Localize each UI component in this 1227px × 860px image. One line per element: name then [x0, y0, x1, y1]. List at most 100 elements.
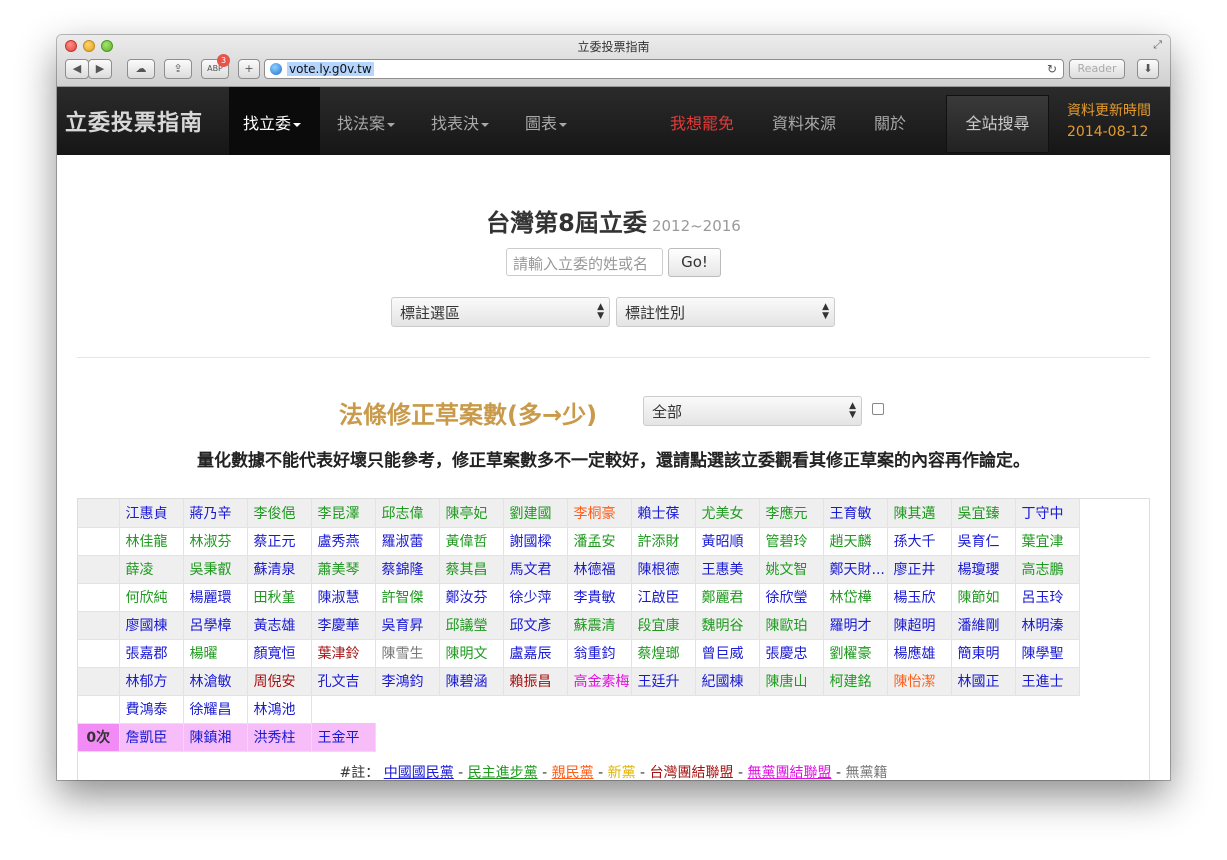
- legislator-link[interactable]: 吳宜臻: [951, 499, 1016, 528]
- fullscreen-icon[interactable]: ⤢: [1153, 38, 1162, 52]
- legislator-link[interactable]: 林鴻池: [247, 695, 312, 724]
- legislator-link[interactable]: 陳怡潔: [887, 667, 952, 696]
- legislator-link[interactable]: 李俊俋: [247, 499, 312, 528]
- legislator-link[interactable]: 陳節如: [951, 583, 1016, 612]
- legislator-link[interactable]: 陳根德: [631, 555, 696, 584]
- site-brand[interactable]: 立委投票指南: [65, 105, 203, 137]
- legislator-link[interactable]: 蘇震清: [567, 611, 632, 640]
- legislator-link[interactable]: 段宜康: [631, 611, 696, 640]
- legislator-link[interactable]: 黃偉哲: [439, 527, 504, 556]
- site-search-button[interactable]: 全站搜尋: [946, 95, 1049, 153]
- legislator-link[interactable]: 林滄敏: [183, 667, 248, 696]
- legislator-link[interactable]: 洪秀柱: [247, 723, 312, 752]
- legislator-link[interactable]: 潘維剛: [951, 611, 1016, 640]
- legend-party[interactable]: 台灣團結聯盟: [650, 765, 734, 780]
- legislator-link[interactable]: 陳明文: [439, 639, 504, 668]
- legislator-link[interactable]: 陳淑慧: [311, 583, 376, 612]
- legislator-link[interactable]: 謝國樑: [503, 527, 568, 556]
- legend-party[interactable]: 新黨: [608, 765, 636, 780]
- legislator-link[interactable]: 賴士葆: [631, 499, 696, 528]
- legislator-link[interactable]: 王金平: [311, 723, 376, 752]
- legislator-link[interactable]: 詹凱臣: [119, 723, 184, 752]
- legislator-link[interactable]: 蔡正元: [247, 527, 312, 556]
- legislator-link[interactable]: 陳歐珀: [759, 611, 824, 640]
- legislator-link[interactable]: 趙天麟: [823, 527, 888, 556]
- legislator-link[interactable]: 李貴敏: [567, 583, 632, 612]
- legislator-link[interactable]: 吳育仁: [951, 527, 1016, 556]
- nav-find-vote[interactable]: 找表決: [431, 110, 490, 134]
- legislator-link[interactable]: 吳育昇: [375, 611, 440, 640]
- legislator-link[interactable]: 劉櫂豪: [823, 639, 888, 668]
- legislator-link[interactable]: 陳學聖: [1015, 639, 1080, 668]
- legislator-link[interactable]: 黃昭順: [695, 527, 760, 556]
- nav-find-legislator[interactable]: 找立委: [243, 110, 302, 134]
- legislator-link[interactable]: 高金素梅: [567, 667, 632, 696]
- legislator-link[interactable]: 王廷升: [631, 667, 696, 696]
- legislator-link[interactable]: 陳唐山: [759, 667, 824, 696]
- legislator-link[interactable]: 王育敏: [823, 499, 888, 528]
- legend-party[interactable]: 無黨籍: [845, 765, 887, 780]
- reader-button[interactable]: Reader: [1069, 59, 1125, 79]
- legislator-search-input[interactable]: 請輸入立委的姓或名: [506, 248, 663, 276]
- legislator-link[interactable]: 楊曜: [183, 639, 248, 668]
- nav-recall[interactable]: 我想罷免: [670, 110, 734, 134]
- legislator-link[interactable]: 陳其邁: [887, 499, 952, 528]
- legislator-link[interactable]: 陳超明: [887, 611, 952, 640]
- legislator-link[interactable]: 陳碧涵: [439, 667, 504, 696]
- legislator-link[interactable]: 柯建銘: [823, 667, 888, 696]
- legislator-link[interactable]: 葉宜津: [1015, 527, 1080, 556]
- gender-select[interactable]: 標註性別 ▲ ▼: [616, 297, 835, 327]
- legend-party[interactable]: 無黨團結聯盟: [748, 765, 832, 780]
- legislator-link[interactable]: 王惠美: [695, 555, 760, 584]
- legislator-link[interactable]: 丁守中: [1015, 499, 1080, 528]
- forward-button[interactable]: ▶: [88, 59, 112, 79]
- legend-party[interactable]: 親民黨: [552, 765, 594, 780]
- legislator-link[interactable]: 王進士: [1015, 667, 1080, 696]
- nav-about[interactable]: 關於: [874, 110, 906, 134]
- legislator-link[interactable]: 林德福: [567, 555, 632, 584]
- legislator-link[interactable]: 馬文君: [503, 555, 568, 584]
- legislator-link[interactable]: 羅淑蕾: [375, 527, 440, 556]
- legislator-link[interactable]: 孔文吉: [311, 667, 376, 696]
- go-button[interactable]: Go!: [668, 248, 721, 277]
- legislator-link[interactable]: 邱志偉: [375, 499, 440, 528]
- legislator-link[interactable]: 盧秀燕: [311, 527, 376, 556]
- legislator-link[interactable]: 徐欣瑩: [759, 583, 824, 612]
- legislator-link[interactable]: 孫大千: [887, 527, 952, 556]
- address-bar[interactable]: vote.ly.g0v.tw ↻: [264, 59, 1064, 79]
- new-tab-button[interactable]: +: [238, 59, 260, 79]
- legislator-link[interactable]: 盧嘉辰: [503, 639, 568, 668]
- legislator-link[interactable]: 李桐豪: [567, 499, 632, 528]
- legislator-link[interactable]: 許添財: [631, 527, 696, 556]
- filter-checkbox[interactable]: [872, 403, 884, 415]
- legislator-link[interactable]: 呂玉玲: [1015, 583, 1080, 612]
- legislator-link[interactable]: 許智傑: [375, 583, 440, 612]
- legislator-link[interactable]: 張嘉郡: [119, 639, 184, 668]
- legislator-link[interactable]: 李昆澤: [311, 499, 376, 528]
- legislator-link[interactable]: 楊應雄: [887, 639, 952, 668]
- legislator-link[interactable]: 鄭汝芬: [439, 583, 504, 612]
- nav-data-source[interactable]: 資料來源: [772, 110, 836, 134]
- legislator-link[interactable]: 江啟臣: [631, 583, 696, 612]
- legislator-link[interactable]: 李慶華: [311, 611, 376, 640]
- legislator-link[interactable]: 陳雪生: [375, 639, 440, 668]
- legislator-link[interactable]: 楊玉欣: [887, 583, 952, 612]
- nav-find-bill[interactable]: 找法案: [337, 110, 396, 134]
- legislator-link[interactable]: 蘇清泉: [247, 555, 312, 584]
- legislator-link[interactable]: 林郁方: [119, 667, 184, 696]
- legislator-link[interactable]: 顏寬恒: [247, 639, 312, 668]
- legend-party[interactable]: 民主進步黨: [468, 765, 538, 780]
- legislator-link[interactable]: 鄭天財...: [823, 555, 888, 584]
- legislator-link[interactable]: 蔡其昌: [439, 555, 504, 584]
- legislator-link[interactable]: 黃志雄: [247, 611, 312, 640]
- legislator-link[interactable]: 江惠貞: [119, 499, 184, 528]
- legislator-link[interactable]: 林明溱: [1015, 611, 1080, 640]
- legislator-link[interactable]: 劉建國: [503, 499, 568, 528]
- legislator-link[interactable]: 高志鵬: [1015, 555, 1080, 584]
- reload-icon[interactable]: ↻: [1047, 62, 1057, 76]
- legislator-link[interactable]: 林淑芬: [183, 527, 248, 556]
- legislator-link[interactable]: 賴振昌: [503, 667, 568, 696]
- legislator-link[interactable]: 薛凌: [119, 555, 184, 584]
- legislator-link[interactable]: 林國正: [951, 667, 1016, 696]
- legislator-link[interactable]: 曾巨威: [695, 639, 760, 668]
